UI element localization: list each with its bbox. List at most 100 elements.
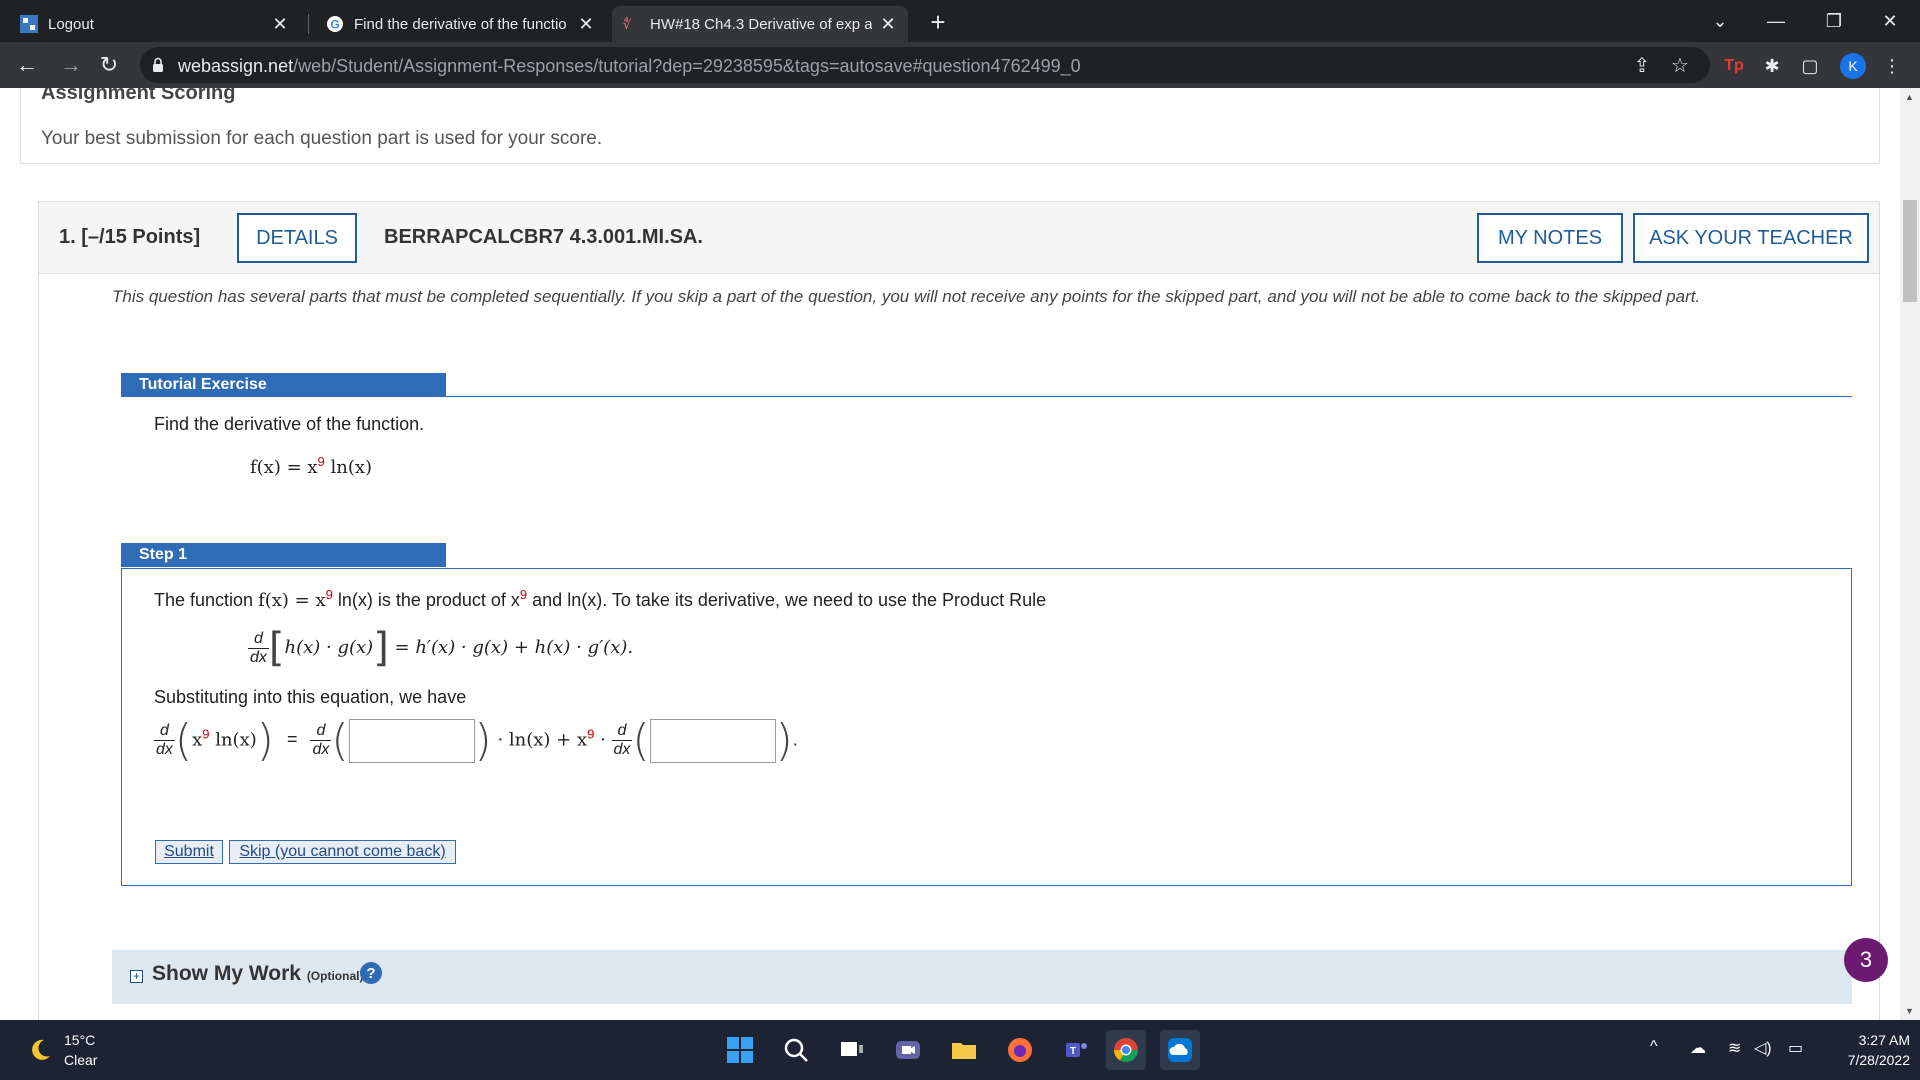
derivative-operator: d dx	[154, 722, 175, 759]
close-icon[interactable]: ✕	[878, 14, 898, 35]
profile-avatar[interactable]: K	[1840, 53, 1866, 79]
assignment-scoring-panel: Assignment Scoring Your best submission …	[20, 88, 1880, 164]
close-window-button[interactable]: ✕	[1862, 0, 1918, 42]
file-explorer-icon[interactable]	[944, 1030, 984, 1070]
substitution-text: Substituting into this equation, we have	[154, 687, 467, 707]
step-1-explanation: The function f(x) = x9 ln(x) is the prod…	[154, 587, 1046, 611]
expand-plus-icon[interactable]: +	[130, 970, 143, 983]
derivative-operator: d dx	[248, 630, 269, 667]
period: .	[792, 729, 798, 750]
optional-text: (Optional)	[306, 969, 364, 983]
minimize-button[interactable]: —	[1748, 0, 1804, 42]
help-icon[interactable]: ?	[360, 962, 382, 984]
forward-button[interactable]: →	[56, 50, 86, 80]
details-button[interactable]: DETAILS	[237, 213, 357, 263]
question-code: BERRAPCALCBR7 4.3.001.MI.SA.	[384, 226, 703, 248]
wifi-icon[interactable]: ≋	[1728, 1038, 1741, 1058]
new-tab-button[interactable]: +	[922, 6, 954, 38]
function-rhs: ln(x)	[324, 457, 373, 478]
tab-title: HW#18 Ch4.3 Derivative of exp a	[650, 15, 872, 33]
paren: (	[331, 715, 349, 766]
tab-title: Logout	[48, 15, 94, 33]
frac-den: dx	[312, 741, 330, 758]
eq-mid: · ln(x) + x	[491, 729, 588, 751]
problem-prompt: Find the derivative of the function.	[154, 414, 425, 434]
eq-rest: ln(x)	[209, 729, 257, 751]
tab-hw18[interactable]: ∜ HW#18 Ch4.3 Derivative of exp a ✕	[612, 6, 908, 42]
tab-search-icon[interactable]: ⌄	[1692, 0, 1748, 42]
step-text: and ln(x). To take its derivative, we ne…	[527, 590, 1047, 610]
submit-button[interactable]: Submit	[155, 840, 223, 864]
question-points: 1. [–/15 Points]	[59, 226, 201, 248]
paren: )	[775, 715, 793, 766]
tab-logout[interactable]: Logout ✕	[10, 6, 300, 42]
search-icon[interactable]	[776, 1030, 816, 1070]
svg-text:T: T	[1070, 1046, 1076, 1057]
onedrive-icon[interactable]	[1160, 1030, 1200, 1070]
scroll-down-arrow-icon[interactable]: ▼	[1905, 1006, 1915, 1016]
frac-num: d	[310, 722, 332, 741]
firefox-icon[interactable]	[1000, 1030, 1040, 1070]
page-viewport: Assignment Scoring Your best submission …	[0, 88, 1900, 1020]
derivative-operator: d dx	[310, 722, 332, 759]
close-icon[interactable]: ✕	[576, 14, 596, 35]
volume-icon[interactable]: ◁)	[1754, 1038, 1772, 1058]
address-bar[interactable]: webassign.net/web/Student/Assignment-Res…	[140, 47, 1710, 83]
bracket: [	[268, 625, 285, 671]
windows-taskbar: 15°C Clear T ^ ☁ ≋ ◁) ▭ 3:27 AM 7/28/202…	[0, 1020, 1920, 1080]
show-my-work-bar[interactable]: + Show My Work (Optional) ?	[112, 950, 1852, 1004]
show-hidden-icons-icon[interactable]: ^	[1650, 1038, 1658, 1056]
restore-button[interactable]: ❐	[1806, 0, 1862, 42]
scroll-up-arrow-icon[interactable]: ▲	[1905, 92, 1915, 102]
frac-den: dx	[156, 741, 173, 758]
back-button[interactable]: ←	[12, 50, 42, 80]
eq-base: x	[192, 729, 203, 751]
menu-kebab-icon[interactable]: ⋮	[1880, 54, 1904, 78]
battery-icon[interactable]: ▭	[1788, 1038, 1803, 1058]
rule-inner: h(x) · g(x)	[284, 636, 374, 658]
my-notes-button[interactable]: MY NOTES	[1477, 213, 1623, 263]
weather-condition: Clear	[64, 1052, 98, 1068]
scoring-description: Your best submission for each question p…	[41, 128, 603, 149]
close-icon[interactable]: ✕	[270, 14, 290, 35]
reload-button[interactable]: ↻	[94, 50, 124, 80]
bookmark-star-icon[interactable]: ☆	[1668, 53, 1692, 77]
function-exponent: 9	[317, 454, 325, 469]
eq-dot: ·	[594, 729, 612, 751]
clock-time: 3:27 AM	[1858, 1032, 1910, 1048]
substitution-equation: d dx (x9 ln(x)) = d dx() · ln(x) + x9 · d dx…	[154, 715, 798, 766]
side-panel-icon[interactable]: ▢	[1798, 54, 1822, 78]
url-host: webassign.net	[178, 56, 294, 76]
ask-your-teacher-button[interactable]: ASK YOUR TEACHER	[1633, 213, 1869, 263]
onedrive-tray-icon[interactable]: ☁	[1690, 1038, 1706, 1058]
paren: (	[632, 715, 650, 766]
moon-icon[interactable]	[26, 1036, 54, 1064]
step-text: ln(x) is the product of x	[332, 590, 520, 610]
chrome-icon[interactable]	[1106, 1030, 1146, 1070]
task-view-icon[interactable]	[832, 1030, 872, 1070]
notification-badge[interactable]: 3	[1844, 938, 1888, 982]
tp-extension-icon[interactable]: Tp	[1722, 54, 1746, 78]
tab-find-derivative[interactable]: G Find the derivative of the functio ✕	[316, 6, 606, 42]
url-path: /web/Student/Assignment-Responses/tutori…	[293, 56, 1081, 76]
video-chat-icon[interactable]	[888, 1030, 928, 1070]
svg-text:G: G	[330, 18, 339, 32]
show-my-work-label: Show My Work (Optional)	[152, 962, 363, 986]
browser-titlebar: Logout ✕ G Find the derivative of the fu…	[0, 0, 1920, 42]
teams-icon[interactable]: T	[1056, 1030, 1096, 1070]
skip-button[interactable]: Skip (you cannot come back)	[229, 840, 456, 864]
scroll-thumb[interactable]	[1903, 200, 1917, 302]
equals-sign: =	[286, 729, 298, 750]
paren: )	[474, 715, 492, 766]
extensions-puzzle-icon[interactable]: ✱	[1760, 54, 1784, 78]
answer-input-1[interactable]	[348, 718, 475, 763]
windows-start-icon[interactable]	[720, 1030, 760, 1070]
share-icon[interactable]: ⇪	[1630, 53, 1654, 77]
step-1-panel: The function f(x) = x9 ln(x) is the prod…	[121, 568, 1852, 886]
frac-den: dx	[613, 741, 631, 758]
show-work-text: Show My Work	[152, 962, 301, 985]
url-text: webassign.net/web/Student/Assignment-Res…	[178, 56, 1081, 77]
page-scrollbar[interactable]: ▲ ▼	[1900, 88, 1920, 1020]
answer-input-2[interactable]	[649, 718, 776, 763]
system-clock[interactable]: 3:27 AM 7/28/2022	[1820, 1030, 1910, 1070]
